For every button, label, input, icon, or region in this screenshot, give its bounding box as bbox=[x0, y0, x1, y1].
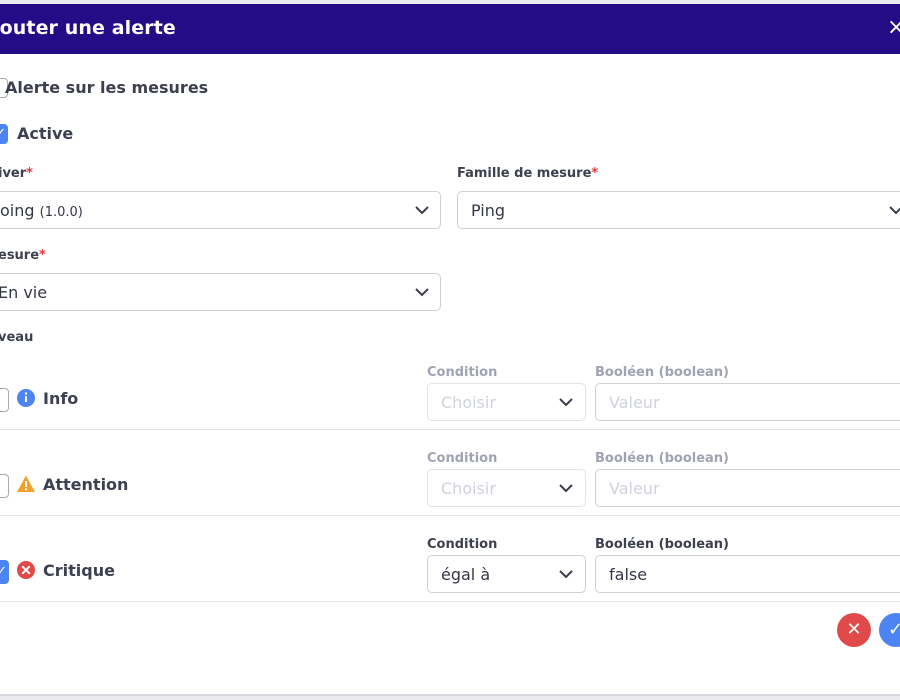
warning-icon bbox=[17, 475, 35, 492]
chevron-down-icon bbox=[559, 570, 573, 579]
driver-select[interactable]: oing (1.0.0) bbox=[0, 191, 441, 229]
chevron-down-icon bbox=[559, 398, 573, 407]
chevron-down-icon bbox=[559, 484, 573, 493]
level-name-attention: Attention bbox=[43, 475, 129, 494]
chevron-down-icon bbox=[889, 206, 900, 215]
condition-label: Condition bbox=[427, 537, 498, 552]
driver-label-text: iver bbox=[0, 166, 27, 181]
add-alert-dialog: jouter une alerte × Alerte sur les mesur… bbox=[0, 4, 900, 696]
info-condition-value: Choisir bbox=[441, 393, 496, 412]
family-select[interactable]: Ping bbox=[457, 191, 900, 229]
required-mark: * bbox=[591, 166, 599, 181]
attention-condition-value: Choisir bbox=[441, 479, 496, 498]
measure-label-text: esure bbox=[0, 248, 40, 263]
family-label: Famille de mesure* bbox=[457, 166, 598, 181]
info-condition-select[interactable]: Choisir bbox=[427, 383, 586, 421]
critical-value-input[interactable]: false bbox=[595, 555, 900, 593]
level-name-critical: Critique bbox=[43, 561, 115, 580]
level-name-info: Info bbox=[43, 389, 79, 408]
measure-label: esure* bbox=[0, 248, 46, 263]
required-mark: * bbox=[26, 166, 33, 181]
driver-value: oing (1.0.0) bbox=[0, 201, 83, 220]
boolean-label: Booléen (boolean) bbox=[595, 451, 729, 466]
attention-value-placeholder: Valeur bbox=[609, 479, 660, 498]
info-checkbox[interactable] bbox=[0, 388, 9, 412]
measure-select[interactable]: En vie bbox=[0, 273, 441, 311]
critical-condition-value: égal à bbox=[441, 565, 491, 584]
critical-condition-select[interactable]: égal à bbox=[427, 555, 586, 593]
critical-checkbox[interactable]: ✓ bbox=[0, 560, 9, 584]
chevron-down-icon bbox=[415, 206, 429, 215]
info-value-input[interactable]: Valeur bbox=[595, 383, 900, 421]
info-icon bbox=[17, 389, 35, 407]
condition-label: Condition bbox=[427, 451, 498, 466]
condition-label: Condition bbox=[427, 365, 498, 380]
active-label: Active bbox=[17, 124, 74, 143]
row-divider bbox=[0, 429, 900, 430]
required-mark: * bbox=[39, 248, 46, 263]
family-value: Ping bbox=[471, 201, 506, 220]
boolean-label: Booléen (boolean) bbox=[595, 365, 729, 380]
error-icon bbox=[17, 561, 35, 579]
cancel-button[interactable]: ✕ bbox=[837, 613, 871, 647]
row-divider bbox=[0, 515, 900, 516]
dialog-header: jouter une alerte × bbox=[0, 4, 900, 54]
critical-value: false bbox=[609, 565, 648, 584]
dialog-title: jouter une alerte bbox=[0, 17, 176, 39]
driver-name: oing bbox=[0, 201, 35, 220]
close-icon[interactable]: × bbox=[887, 16, 900, 40]
info-value-placeholder: Valeur bbox=[609, 393, 660, 412]
boolean-label: Booléen (boolean) bbox=[595, 537, 729, 552]
attention-value-input[interactable]: Valeur bbox=[595, 469, 900, 507]
chevron-down-icon bbox=[415, 288, 429, 297]
measure-alert-label: Alerte sur les mesures bbox=[5, 78, 209, 97]
row-divider bbox=[0, 601, 900, 602]
level-label: veau bbox=[0, 330, 34, 345]
family-label-text: Famille de mesure bbox=[457, 166, 592, 181]
attention-condition-select[interactable]: Choisir bbox=[427, 469, 586, 507]
attention-checkbox[interactable] bbox=[0, 474, 9, 498]
driver-version: (1.0.0) bbox=[39, 205, 83, 220]
measure-value: En vie bbox=[0, 283, 48, 302]
confirm-button[interactable]: ✓ bbox=[879, 613, 900, 647]
active-checkbox[interactable]: ✓ bbox=[0, 124, 8, 144]
driver-label: iver* bbox=[0, 166, 33, 181]
